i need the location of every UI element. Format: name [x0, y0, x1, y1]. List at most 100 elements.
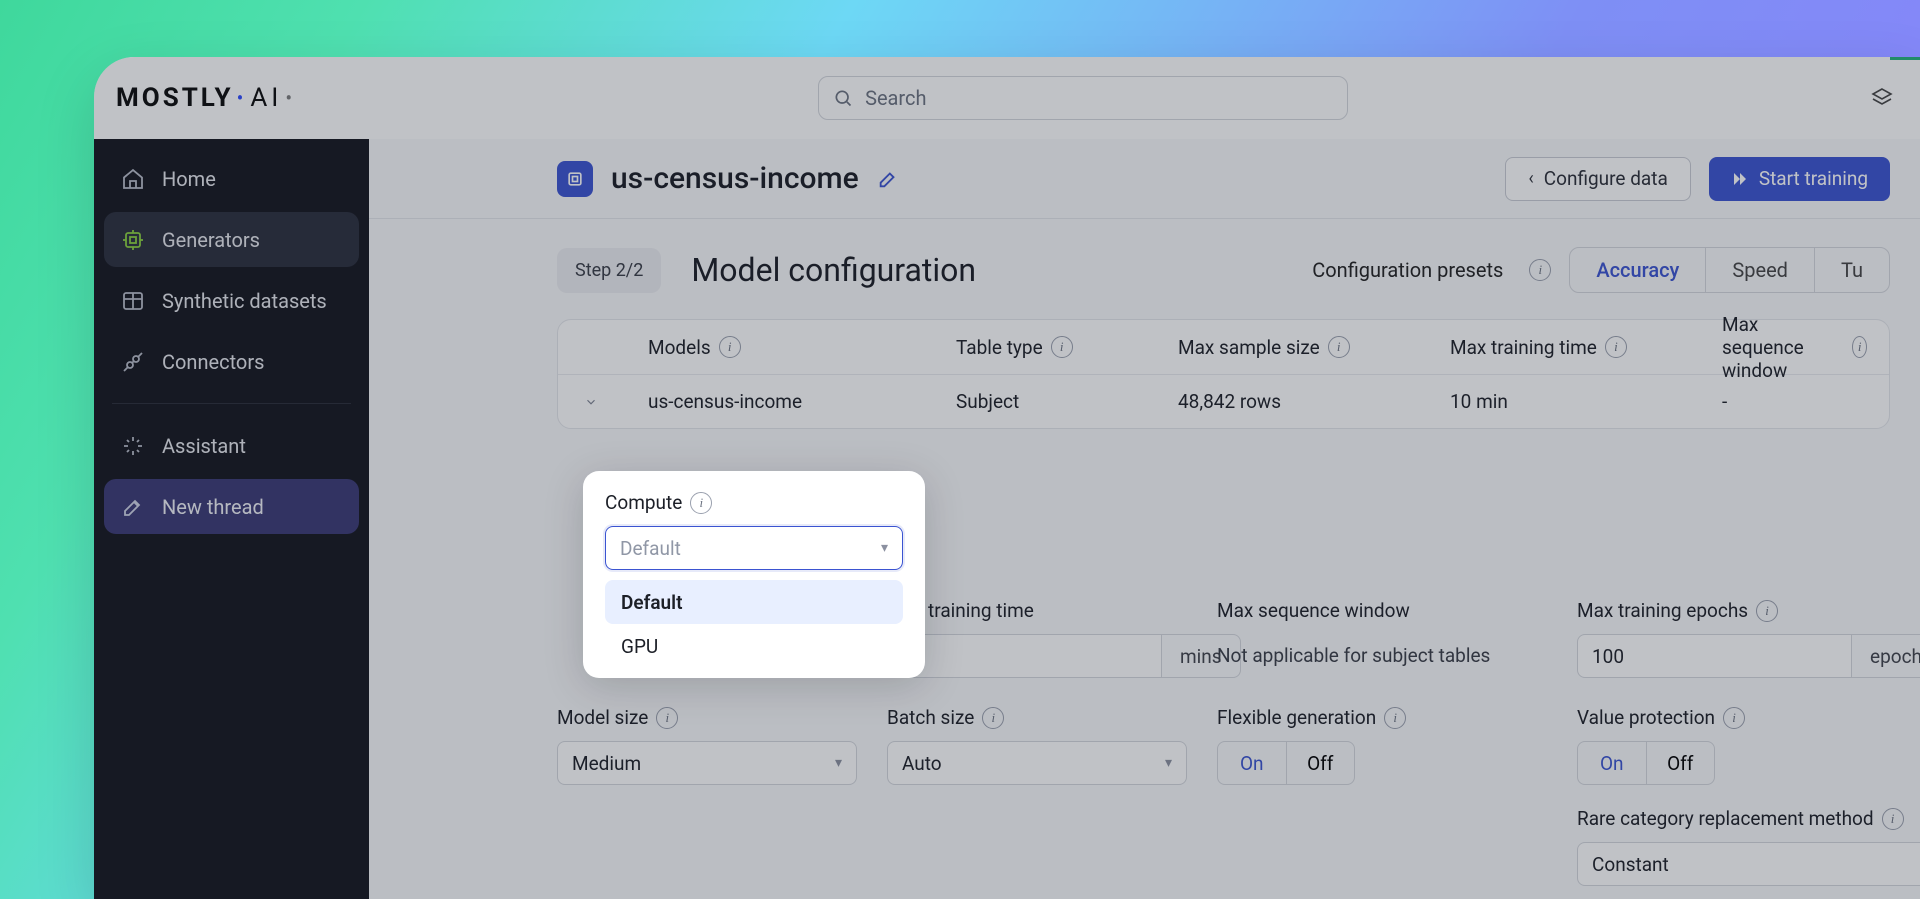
home-icon: [120, 166, 146, 192]
info-icon[interactable]: i: [656, 707, 678, 729]
logo-text-right: AI: [250, 83, 282, 113]
info-icon[interactable]: i: [719, 336, 741, 358]
compose-icon: [120, 494, 146, 520]
search-placeholder: Search: [865, 86, 926, 110]
td-seq: -: [1722, 390, 1867, 413]
input-max-epochs[interactable]: [1577, 634, 1852, 678]
value-model-size: Medium: [572, 752, 641, 775]
sidebar-item-synthetic-datasets[interactable]: Synthetic datasets: [104, 273, 359, 328]
toggle-off[interactable]: Off: [1286, 742, 1355, 784]
sidebar-item-label: New thread: [162, 495, 264, 519]
td-name: us-census-income: [648, 390, 956, 413]
preset-speed[interactable]: Speed: [1705, 248, 1814, 292]
info-icon[interactable]: i: [1529, 259, 1551, 281]
th-seq: Max sequence window: [1722, 313, 1844, 382]
info-icon[interactable]: i: [1051, 336, 1073, 358]
toggle-on[interactable]: On: [1218, 742, 1286, 784]
logo-dot-blue: •: [237, 86, 248, 110]
chip-icon: [120, 227, 146, 253]
info-icon[interactable]: i: [1328, 336, 1350, 358]
info-icon[interactable]: i: [1605, 336, 1627, 358]
start-training-label: Start training: [1759, 167, 1868, 190]
info-icon[interactable]: i: [982, 707, 1004, 729]
info-icon[interactable]: i: [1882, 808, 1904, 830]
play-forward-icon: [1731, 170, 1749, 188]
sidebar-item-generators[interactable]: Generators: [104, 212, 359, 267]
edit-title-button[interactable]: [877, 168, 899, 190]
th-models: Models: [648, 336, 711, 359]
configure-data-label: Configure data: [1544, 167, 1668, 190]
table-row[interactable]: us-census-income Subject 48,842 rows 10 …: [558, 374, 1889, 428]
table-icon: [120, 288, 146, 314]
info-icon[interactable]: i: [1723, 707, 1745, 729]
select-model-size[interactable]: Medium ▾: [557, 741, 857, 785]
models-table: Modelsi Table typei Max sample sizei Max…: [557, 319, 1890, 429]
page-titlebar: us-census-income ‹ Configure data Start …: [369, 139, 1920, 219]
page-title: us-census-income: [611, 161, 859, 196]
select-compute[interactable]: Default ▾: [605, 526, 903, 570]
presets-segmented: Accuracy Speed Tu: [1569, 247, 1890, 293]
compute-option-default[interactable]: Default: [605, 580, 903, 624]
start-training-button[interactable]: Start training: [1709, 157, 1890, 201]
th-time: Max training time: [1450, 336, 1597, 359]
logo-text-left: MOSTLY: [116, 83, 234, 113]
sidebar-item-label: Connectors: [162, 350, 264, 374]
step-badge: Step 2/2: [557, 248, 661, 293]
brand-logo: MOSTLY • AI •: [116, 83, 296, 113]
select-batch-size[interactable]: Auto ▾: [887, 741, 1187, 785]
compute-option-gpu[interactable]: GPU: [605, 624, 903, 668]
toggle-flexible-gen[interactable]: On Off: [1217, 741, 1355, 785]
compute-options: Default GPU: [605, 580, 903, 668]
sidebar-item-home[interactable]: Home: [104, 151, 359, 206]
toggle-on[interactable]: On: [1578, 742, 1646, 784]
chevron-down-icon: ▾: [881, 540, 888, 556]
input-max-training-time[interactable]: [887, 634, 1162, 678]
label-max-seq-window: Max sequence window: [1217, 599, 1410, 622]
sidebar-item-label: Generators: [162, 228, 260, 252]
toggle-off[interactable]: Off: [1646, 742, 1715, 784]
td-time: 10 min: [1450, 390, 1722, 413]
td-sample: 48,842 rows: [1178, 390, 1450, 413]
info-icon[interactable]: i: [1384, 707, 1406, 729]
preset-turbo[interactable]: Tu: [1814, 248, 1889, 292]
expand-row-button[interactable]: [584, 395, 648, 409]
sidebar-item-new-thread[interactable]: New thread: [104, 479, 359, 534]
app-header: MOSTLY • AI • Search: [94, 57, 1920, 139]
search-input[interactable]: Search: [818, 76, 1348, 120]
sidebar-item-connectors[interactable]: Connectors: [104, 334, 359, 389]
sidebar-divider: [112, 403, 351, 404]
info-icon[interactable]: i: [1756, 600, 1778, 622]
sparkle-icon: [120, 433, 146, 459]
label-batch-size: Batch size: [887, 706, 974, 729]
na-seq-window: Not applicable for subject tables: [1217, 634, 1547, 667]
label-max-epochs: Max training epochs: [1577, 599, 1748, 622]
label-compute: Compute: [605, 491, 682, 514]
plug-icon: [120, 349, 146, 375]
label-model-size: Model size: [557, 706, 648, 729]
header-layers-icon[interactable]: [1870, 86, 1894, 110]
header-accent: [1890, 57, 1920, 60]
sidebar: Home Generators Synthetic datasets Conne…: [94, 139, 369, 899]
sidebar-item-assistant[interactable]: Assistant: [104, 418, 359, 473]
label-value-protection: Value protection: [1577, 706, 1715, 729]
unit-epochs: epochs: [1852, 634, 1920, 678]
section-title: Model configuration: [691, 251, 976, 289]
configure-data-button[interactable]: ‹ Configure data: [1505, 157, 1690, 201]
value-rare-category: Constant: [1592, 853, 1669, 876]
chevron-left-icon: ‹: [1528, 168, 1533, 189]
sidebar-item-label: Home: [162, 167, 216, 191]
info-icon[interactable]: i: [690, 492, 712, 514]
toggle-value-protection[interactable]: On Off: [1577, 741, 1715, 785]
preset-accuracy[interactable]: Accuracy: [1570, 248, 1705, 292]
chevron-down-icon: ▾: [1165, 755, 1172, 771]
info-icon[interactable]: i: [1852, 336, 1867, 358]
compute-placeholder: Default: [620, 537, 681, 560]
td-type: Subject: [956, 390, 1178, 413]
generator-chip-icon: [557, 161, 593, 197]
label-flexible-gen: Flexible generation: [1217, 706, 1376, 729]
sidebar-item-label: Assistant: [162, 434, 246, 458]
label-rare-category: Rare category replacement method: [1577, 807, 1874, 830]
value-batch-size: Auto: [902, 752, 942, 775]
select-rare-category[interactable]: Constant ▾: [1577, 842, 1920, 886]
th-sample: Max sample size: [1178, 336, 1320, 359]
